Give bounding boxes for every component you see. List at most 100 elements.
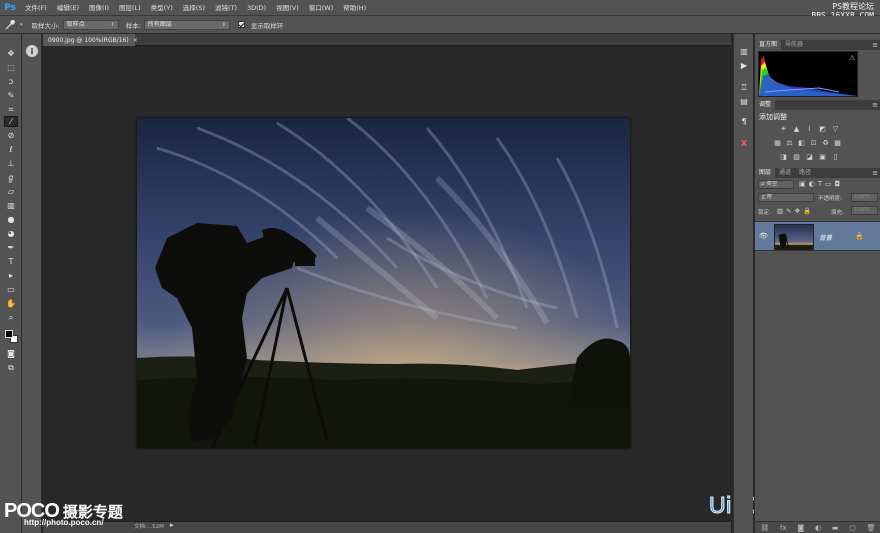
lock-options-icons[interactable]: ▨✎✥🔒 [777,207,814,215]
tab-channels[interactable]: 通道 [775,168,795,178]
panel-menu-icon[interactable]: ≡ [872,40,878,50]
posterize-icon[interactable]: ▨ [792,153,801,161]
menu-filter[interactable]: 滤镜(T) [210,0,242,16]
curves-icon[interactable]: ⌇ [805,125,814,133]
tab-layers[interactable]: 图层 [755,168,776,178]
tool-preset-arrow-icon[interactable]: ▾ [20,22,23,28]
color-balance-icon[interactable]: ⚖ [785,139,794,147]
foreground-color-swatch[interactable] [5,330,13,338]
actions-play-icon[interactable]: ▶ [738,60,750,71]
menu-image[interactable]: 图像(I) [84,0,114,16]
blend-mode-select[interactable]: 正常 [758,193,814,202]
eraser-tool-icon[interactable]: ▱ [4,186,18,197]
layer-style-icon[interactable]: fx [780,524,787,532]
fill-field[interactable]: 100% [851,206,878,215]
channel-mixer-icon[interactable]: ♻ [821,139,830,147]
brightness-icon[interactable]: ☀ [779,125,788,133]
menu-window[interactable]: 窗口(W) [304,0,339,16]
cache-warning-icon[interactable]: ⚠ [849,54,855,62]
menu-3d[interactable]: 3D(D) [242,0,271,16]
photo-canvas[interactable] [137,116,630,449]
gradient-tool-icon[interactable]: ▥ [4,200,18,211]
levels-icon[interactable]: ▲ [792,125,801,133]
adjustments-title: 添加调整 [759,113,787,121]
brush-preset-icon[interactable]: ♖ [738,82,750,93]
new-layer-icon[interactable]: ▢ [849,524,856,532]
shape-tool-icon[interactable]: ▭ [4,284,18,295]
menu-layer[interactable]: 图层(L) [114,0,146,16]
pen-tool-icon[interactable]: ✒ [4,242,18,253]
threshold-icon[interactable]: ◪ [805,153,814,161]
sample-select[interactable]: 所有图层 ⇕ [143,19,230,30]
menu-edit[interactable]: 编辑(E) [52,0,84,16]
photoshop-logo: Ps [4,2,16,13]
menu-help[interactable]: 帮助(H) [338,0,371,16]
new-group-icon[interactable]: ▬ [832,524,839,532]
link-layers-icon[interactable]: ⛓ [760,524,769,532]
layer-filter-icons[interactable]: ▣◐T▭◘ [799,180,843,188]
menu-view[interactable]: 视图(V) [271,0,304,16]
hue-saturation-icon[interactable]: ▦ [773,139,782,147]
exposure-icon[interactable]: ◩ [818,125,827,133]
menu-file[interactable]: 文件(F) [20,0,52,16]
panel-menu-icon[interactable]: ≡ [872,168,878,178]
menu-type[interactable]: 类型(Y) [146,0,178,16]
hand-tool-icon[interactable]: ✋ [4,298,18,309]
type-tool-icon[interactable]: T [4,256,18,267]
history-icon[interactable]: ▥ [738,46,750,57]
document-tab-title: 0900.jpg @ 100%(RGB/16) [48,36,129,44]
paragraph-icon[interactable]: ¶ [738,116,750,127]
layer-filter-select[interactable]: ρ 类型 [758,180,794,189]
path-select-tool-icon[interactable]: ▸ [4,270,18,281]
info-icon[interactable]: i [26,45,38,57]
zoom-tool-icon[interactable]: ⌕ [4,312,18,323]
dodge-tool-icon[interactable]: ◕ [4,228,18,239]
quick-select-tool-icon[interactable]: ✎ [4,90,18,101]
tab-adjustments[interactable]: 调整 [755,100,776,110]
panel-menu-icon[interactable]: ≡ [872,100,878,110]
character-icon[interactable]: ▤ [738,96,750,107]
gradient-map-icon[interactable]: ▯ [831,153,840,161]
invert-icon[interactable]: ◨ [779,153,788,161]
screen-mode-icon[interactable]: ⧉ [4,362,18,373]
opacity-field[interactable]: 100% [851,193,878,202]
show-ring-label: 显示取样环 [250,21,284,30]
photo-filter-icon[interactable]: ⊡ [809,139,818,147]
eyedropper-icon[interactable] [0,17,20,33]
vibrance-icon[interactable]: ▽ [831,125,840,133]
clone-stamp-tool-icon[interactable]: ⊥ [4,158,18,169]
color-lookup-icon[interactable]: ▩ [833,139,842,147]
crop-tool-icon[interactable]: ⌗ [4,104,18,115]
status-menu-arrow-icon[interactable]: ▸ [170,521,174,529]
tool-presets-icon[interactable]: X [738,138,750,149]
panel-icon-column: ▥ ▶ ♖ ▤ ¶ X [733,34,753,533]
eyedropper-tool-icon[interactable]: ⁄ [4,116,18,127]
layer-name[interactable]: 背景 [819,232,832,242]
delete-layer-icon[interactable]: 🗑 [867,524,876,532]
fill-value: 100% [854,207,870,213]
healing-brush-tool-icon[interactable]: ⊘ [4,130,18,141]
black-white-icon[interactable]: ◧ [797,139,806,147]
layer-row-background[interactable]: 👁 背景 🔒 [755,221,880,251]
close-icon[interactable]: × [133,37,138,44]
menu-select[interactable]: 选择(S) [178,0,210,16]
tab-navigator[interactable]: 导航器 [781,40,807,50]
lock-icon[interactable]: 🔒 [855,232,864,240]
selective-color-icon[interactable]: ▣ [818,153,827,161]
move-tool-icon[interactable]: ✥ [4,48,18,59]
quick-mask-icon[interactable]: ◙ [4,348,18,359]
sample-size-select[interactable]: 取样点 ⇕ [62,19,119,30]
document-tab[interactable]: 0900.jpg @ 100%(RGB/16) × [43,34,138,46]
marquee-tool-icon[interactable]: ⬚ [4,62,18,73]
show-ring-checkbox[interactable] [237,21,245,28]
layers-footer-toolbar: ⛓ fx ◙ ◐ ▬ ▢ 🗑 [755,521,880,533]
brush-tool-icon[interactable]: ℓ [4,144,18,155]
new-adjustment-layer-icon[interactable]: ◐ [815,524,821,532]
add-mask-icon[interactable]: ◙ [797,524,804,532]
blur-tool-icon[interactable]: ● [4,214,18,225]
tab-paths[interactable]: 路径 [795,168,815,178]
lasso-tool-icon[interactable]: ↄ [4,76,18,87]
history-brush-tool-icon[interactable]: ℊ [4,172,18,183]
eye-icon[interactable]: 👁 [759,232,768,240]
tab-histogram[interactable]: 直方图 [755,40,782,50]
